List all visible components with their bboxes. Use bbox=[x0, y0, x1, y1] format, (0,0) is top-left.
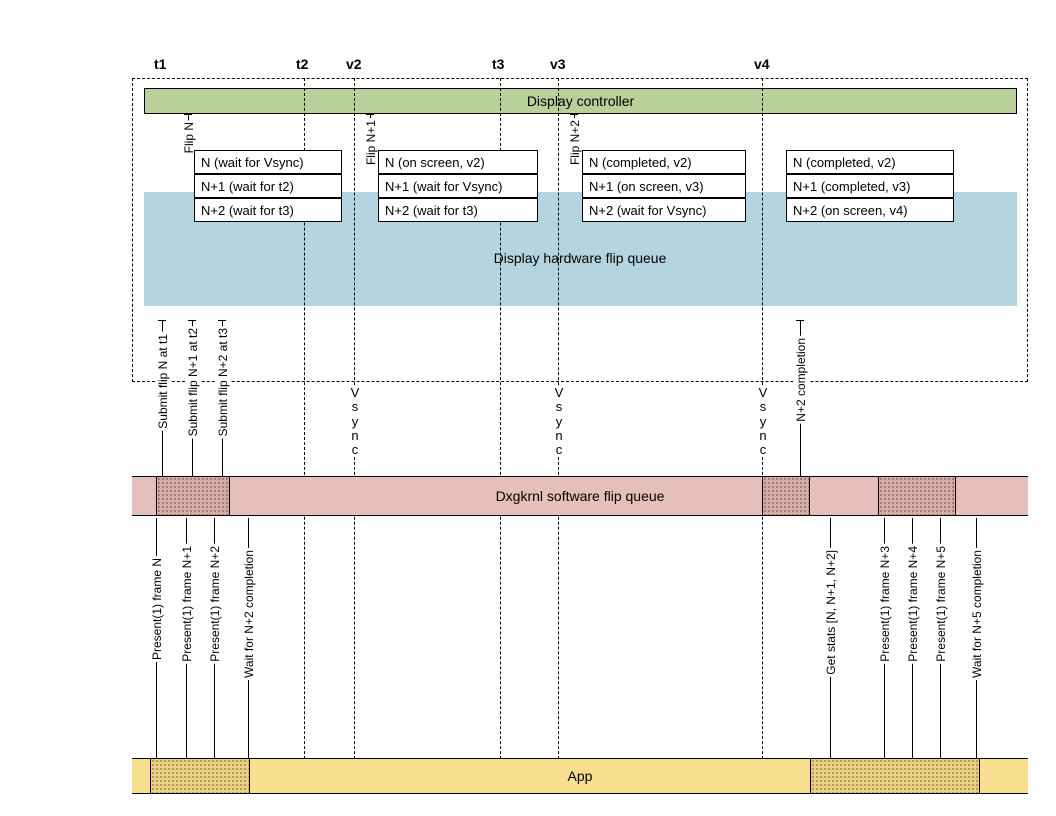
flip-n2-label: Flip N+2 bbox=[567, 118, 583, 167]
present-n3-label: Present(1) frame N+3 bbox=[877, 544, 893, 664]
label-t2: t2 bbox=[296, 56, 308, 72]
present-n1-label: Present(1) frame N+1 bbox=[179, 544, 195, 664]
queue-c4-r2: N+1 (completed, v3) bbox=[786, 174, 954, 198]
vsync-v4-label: Vsync bbox=[757, 386, 769, 457]
sw-queue-active-1 bbox=[156, 476, 230, 516]
display-controller-label: Display controller bbox=[145, 93, 1016, 109]
diagram-canvas: t1 t2 v2 t3 v3 v4 Display controller Dis… bbox=[0, 0, 1056, 816]
app-active-1 bbox=[150, 758, 250, 794]
present-n-label: Present(1) frame N bbox=[149, 556, 165, 662]
vsync-v3-label: Vsync bbox=[553, 386, 565, 457]
flip-n1-label: Flip N+1 bbox=[363, 118, 379, 167]
queue-c2-r3: N+2 (wait for t3) bbox=[378, 198, 538, 222]
queue-c4-r1: N (completed, v2) bbox=[786, 150, 954, 174]
queue-c1-r3: N+2 (wait for t3) bbox=[194, 198, 342, 222]
label-v3: v3 bbox=[550, 56, 566, 72]
queue-c4-r3: N+2 (on screen, v4) bbox=[786, 198, 954, 222]
queue-c3-r3: N+2 (wait for Vsync) bbox=[582, 198, 746, 222]
wait-n5-label: Wait for N+5 completion bbox=[969, 548, 985, 680]
queue-c2-r1: N (on screen, v2) bbox=[378, 150, 538, 174]
submit-n1-label: Submit flip N+1 at t2 bbox=[185, 326, 201, 438]
stats-label: Get stats [N, N+1, N+2] bbox=[823, 548, 839, 677]
wait-n2-label: Wait for N+2 completion bbox=[241, 548, 257, 680]
hw-flip-queue-label: Display hardware flip queue bbox=[132, 250, 1028, 266]
present-n4-label: Present(1) frame N+4 bbox=[905, 544, 921, 664]
queue-c3-r1: N (completed, v2) bbox=[582, 150, 746, 174]
queue-c3-r2: N+1 (on screen, v3) bbox=[582, 174, 746, 198]
queue-c2-r2: N+1 (wait for Vsync) bbox=[378, 174, 538, 198]
sw-queue-active-2 bbox=[762, 476, 810, 516]
submit-n-label: Submit flip N at t1 bbox=[155, 332, 171, 431]
label-t1: t1 bbox=[154, 56, 166, 72]
label-v4: v4 bbox=[754, 56, 770, 72]
display-controller-band: Display controller bbox=[144, 88, 1017, 114]
submit-n2-label: Submit flip N+2 at t3 bbox=[215, 326, 231, 438]
label-t3: t3 bbox=[492, 56, 504, 72]
sw-queue-active-3 bbox=[878, 476, 956, 516]
n2-completion-label: N+2 completion bbox=[793, 336, 809, 424]
app-active-2 bbox=[810, 758, 980, 794]
vsync-v2-label: Vsync bbox=[349, 386, 361, 457]
queue-c1-r2: N+1 (wait for t2) bbox=[194, 174, 342, 198]
present-n2-label: Present(1) frame N+2 bbox=[207, 544, 223, 664]
present-n5-label: Present(1) frame N+5 bbox=[933, 544, 949, 664]
label-v2: v2 bbox=[346, 56, 362, 72]
queue-c1-r1: N (wait for Vsync) bbox=[194, 150, 342, 174]
